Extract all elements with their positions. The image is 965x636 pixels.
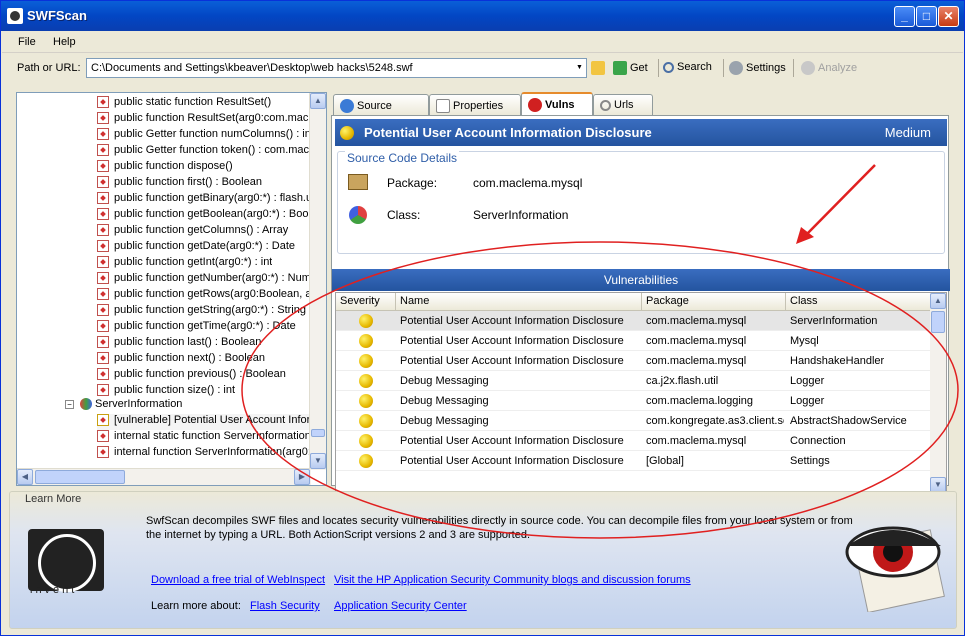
annotation-arrow-line: [804, 164, 876, 237]
annotation-ellipse: [241, 241, 959, 539]
annotation-overlay: [241, 164, 959, 539]
